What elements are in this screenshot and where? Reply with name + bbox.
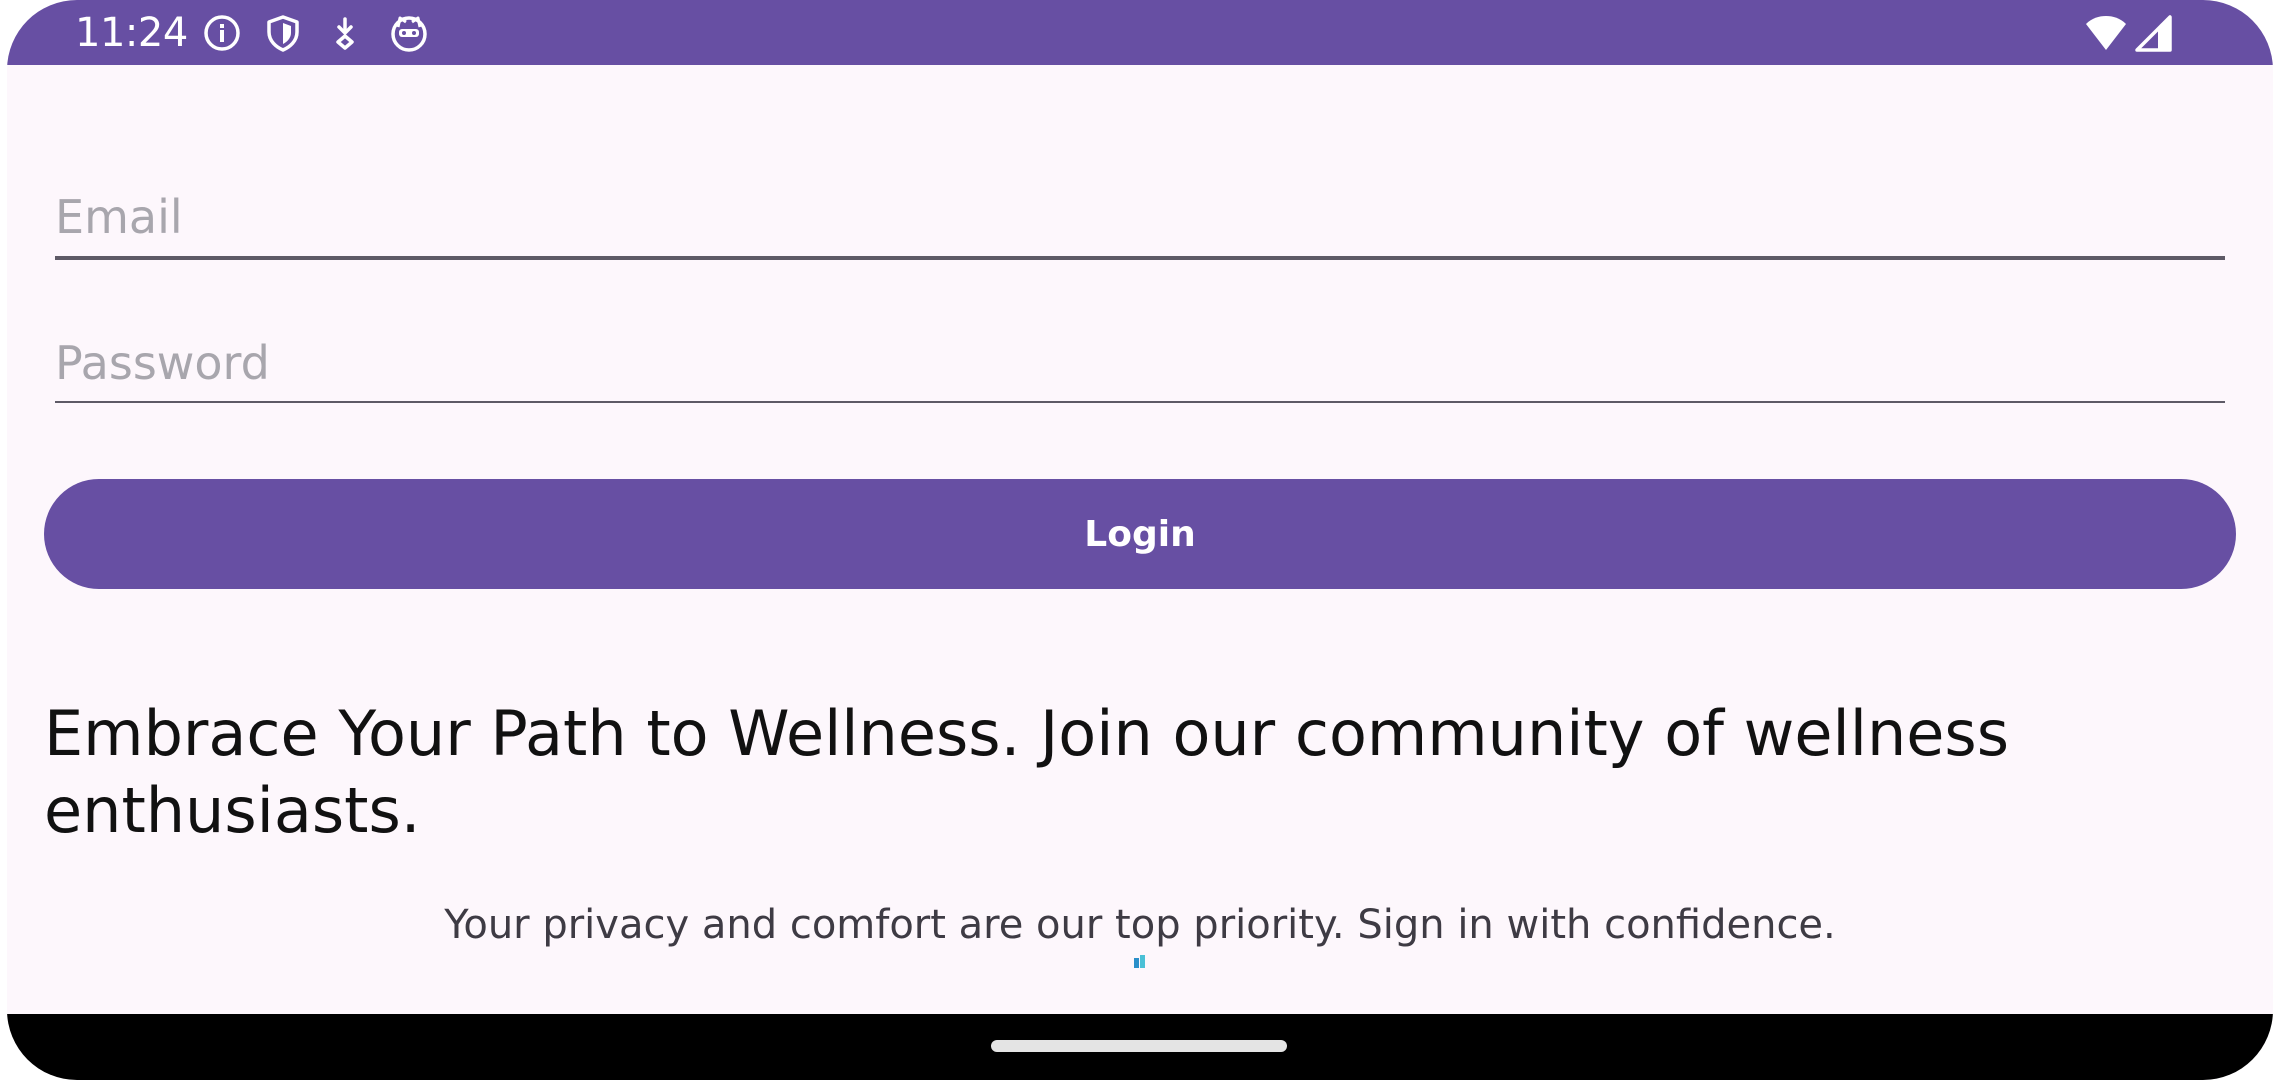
download-icon [325, 13, 365, 53]
password-underline [55, 401, 2225, 403]
home-gesture-handle[interactable] [991, 1040, 1287, 1052]
privacy-text: Your privacy and comfort are our top pri… [444, 902, 1836, 948]
email-field [55, 182, 2225, 260]
password-field [55, 328, 2225, 403]
small-app-icon [1134, 954, 1146, 968]
email-underline [55, 256, 2225, 260]
app-screen: 11:24 Email Login Embrace Your Path to W… [7, 0, 2273, 1080]
login-button[interactable]: Login [44, 479, 2236, 589]
navigation-bar [7, 1014, 2273, 1080]
password-input[interactable] [55, 328, 2225, 398]
status-time: 11:24 [75, 10, 188, 56]
headline-text: Embrace Your Path to Wellness. Join our … [44, 697, 2010, 847]
shield-icon [263, 13, 303, 53]
status-bar: 11:24 [7, 0, 2273, 65]
email-input[interactable] [55, 182, 2225, 252]
cat-face-icon [389, 13, 429, 53]
info-icon [202, 13, 242, 53]
cell-signal-icon [2134, 14, 2174, 54]
wifi-icon [2084, 14, 2128, 54]
